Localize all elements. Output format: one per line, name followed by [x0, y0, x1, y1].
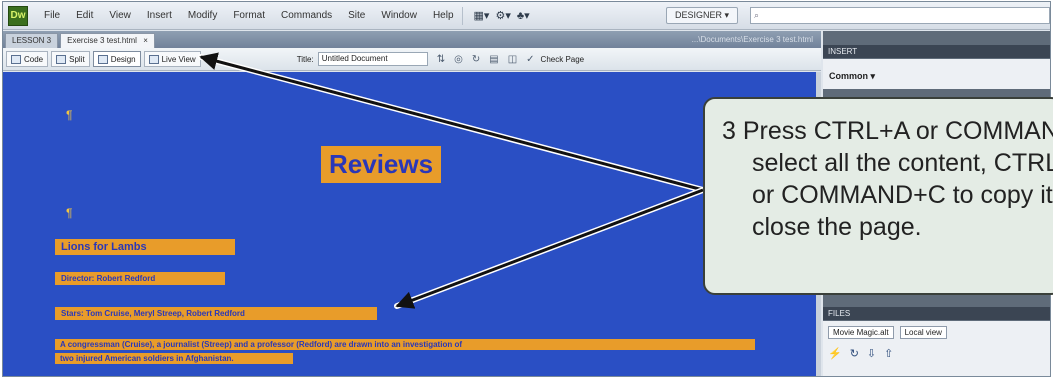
tab-exercise-label: Exercise 3 test.html — [67, 36, 137, 45]
search-icon: ⌕ — [754, 10, 760, 20]
menu-window[interactable]: Window — [373, 10, 425, 21]
instruction-callout: 3 Press CTRL+A or COMMAND+A to select al… — [703, 97, 1053, 295]
menu-edit[interactable]: Edit — [68, 10, 101, 21]
callout-line-1: 3 Press CTRL+A or COMMAND+A to — [722, 117, 1053, 145]
menu-file[interactable]: File — [36, 10, 68, 21]
code-view-button[interactable]: Code — [6, 51, 49, 67]
menu-commands[interactable]: Commands — [273, 10, 340, 21]
check-page-button[interactable]: Check Page — [541, 55, 585, 64]
paragraph-marker: ¶ — [66, 206, 73, 220]
split-icon — [56, 54, 67, 64]
files-selector-row: Movie Magic.alt Local view — [828, 326, 1047, 339]
callout-line-2: select all the content, CTRL+C — [752, 149, 1053, 177]
layout-icon[interactable]: ▦▾ — [471, 9, 493, 22]
application-toolbar: ▦▾ ⚙▾ ♣▾ — [461, 6, 541, 25]
live-view-label: Live View — [161, 54, 196, 64]
design-label: Design — [110, 54, 136, 64]
view-options-icon[interactable]: ▤ — [489, 54, 498, 65]
site-select[interactable]: Movie Magic.alt — [828, 326, 894, 339]
menu-format[interactable]: Format — [225, 10, 273, 21]
document-tab-bar: LESSON 3 Exercise 3 test.html × ...\Docu… — [3, 31, 821, 48]
menu-bar: Dw File Edit View Insert Modify Format C… — [3, 2, 1050, 30]
chevron-down-icon[interactable]: ▾ — [871, 71, 876, 81]
live-view-icon — [148, 54, 159, 64]
extend-icon[interactable]: ⚙▾ — [492, 9, 513, 22]
document-toolbar: Code Split Design Live View Title: Untit… — [3, 48, 821, 71]
file-path: ...\Documents\Exercise 3 test.html — [691, 35, 813, 44]
callout-line-4: close the page. — [752, 213, 922, 241]
files-panel: Movie Magic.alt Local view ⚡ ↻ ⇩ ⇧ — [823, 321, 1050, 376]
insert-category-select[interactable]: Common — [829, 71, 868, 81]
split-view-button[interactable]: Split — [51, 51, 90, 67]
dreamweaver-logo: Dw — [8, 5, 28, 26]
refresh-icon[interactable]: ↻ — [850, 347, 859, 360]
menu-help[interactable]: Help — [425, 10, 462, 21]
code-label: Code — [24, 54, 44, 64]
page-heading[interactable]: Reviews — [321, 146, 442, 183]
stars-line[interactable]: Stars: Tom Cruise, Meryl Streep, Robert … — [55, 307, 377, 320]
live-view-button[interactable]: Live View — [143, 51, 201, 67]
file-management-icon[interactable]: ⇅ — [437, 54, 445, 65]
split-label: Split — [69, 54, 85, 64]
page-title-field[interactable]: Untitled Document — [317, 52, 428, 66]
files-panel-tab[interactable]: FILES — [823, 307, 1050, 320]
director-line[interactable]: Director: Robert Redford — [55, 272, 225, 285]
connect-icon[interactable]: ⚡ — [828, 347, 842, 360]
get-files-icon[interactable]: ⇩ — [867, 347, 876, 360]
search-input[interactable]: ⌕ — [750, 7, 1050, 24]
tab-exercise-file[interactable]: Exercise 3 test.html × — [60, 33, 155, 48]
refresh-icon[interactable]: ↻ — [472, 54, 480, 65]
site-icon[interactable]: ♣▾ — [514, 9, 533, 22]
workspace-switcher[interactable]: DESIGNER ▾ — [665, 7, 738, 24]
files-toolbar: ⚡ ↻ ⇩ ⇧ — [828, 347, 1047, 360]
view-select[interactable]: Local view — [899, 326, 947, 339]
synopsis-line-1[interactable]: A congressman (Cruise), a journalist (St… — [55, 339, 755, 350]
visual-aids-icon[interactable]: ◫ — [508, 54, 517, 65]
insert-panel: Common ▾ — [823, 59, 1050, 89]
design-view-button[interactable]: Design — [92, 51, 141, 67]
movie-title[interactable]: Lions for Lambs — [55, 239, 235, 255]
design-icon — [97, 54, 108, 64]
put-files-icon[interactable]: ⇧ — [884, 347, 893, 360]
menu-insert[interactable]: Insert — [139, 10, 180, 21]
workspace-label: DESIGNER — [674, 10, 722, 20]
validate-markup-icon[interactable]: ✓ — [526, 54, 534, 65]
menu-modify[interactable]: Modify — [180, 10, 225, 21]
title-label: Title: — [296, 54, 314, 64]
design-view-canvas[interactable]: ¶ ¶ Reviews Lions for Lambs Director: Ro… — [3, 72, 821, 376]
synopsis-line-2[interactable]: two injured American soldiers in Afghani… — [55, 353, 293, 364]
menu-site[interactable]: Site — [340, 10, 373, 21]
tab-lesson-label: LESSON 3 — [12, 36, 52, 45]
menu-view[interactable]: View — [101, 10, 139, 21]
close-icon[interactable]: × — [143, 36, 148, 45]
code-icon — [11, 54, 21, 64]
insert-panel-tab[interactable]: INSERT — [823, 45, 1050, 58]
preview-in-browser-icon[interactable]: ◎ — [454, 54, 463, 65]
callout-line-3: or COMMAND+C to copy it and — [752, 181, 1053, 209]
paragraph-marker: ¶ — [66, 108, 73, 122]
tab-lesson[interactable]: LESSON 3 — [5, 33, 59, 48]
